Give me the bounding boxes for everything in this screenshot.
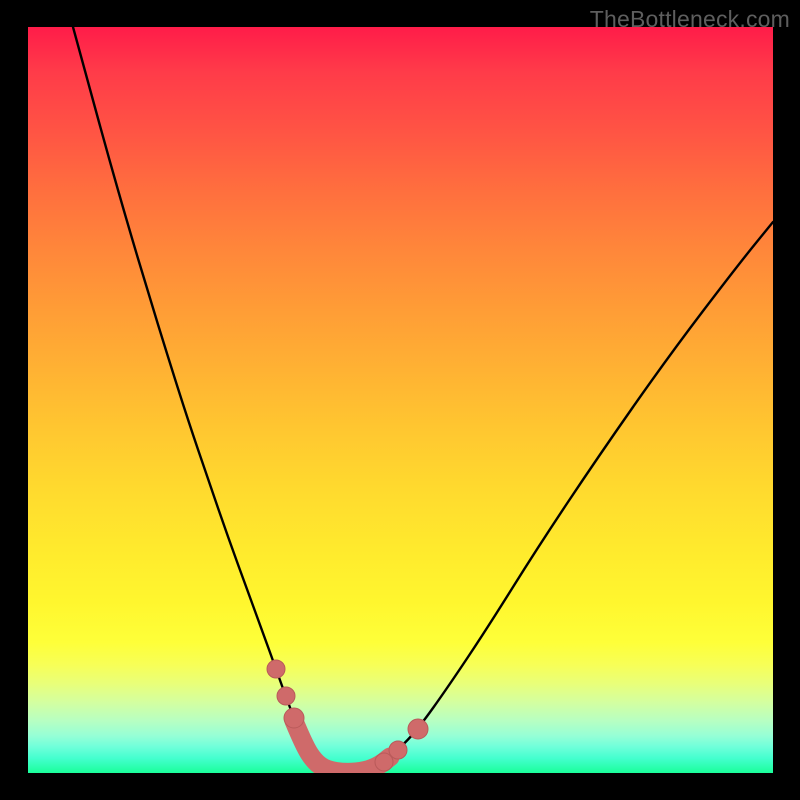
plot-area <box>28 27 773 773</box>
highlight-dots <box>267 660 428 771</box>
marker-dot <box>389 741 407 759</box>
marker-dot <box>375 753 393 771</box>
chart-frame: TheBottleneck.com <box>0 0 800 800</box>
chart-overlay <box>28 27 773 773</box>
marker-dot <box>408 719 428 739</box>
watermark-text: TheBottleneck.com <box>590 6 790 33</box>
marker-dot <box>267 660 285 678</box>
marker-dot <box>277 687 295 705</box>
bottleneck-curve <box>73 27 773 772</box>
marker-dot <box>284 708 304 728</box>
